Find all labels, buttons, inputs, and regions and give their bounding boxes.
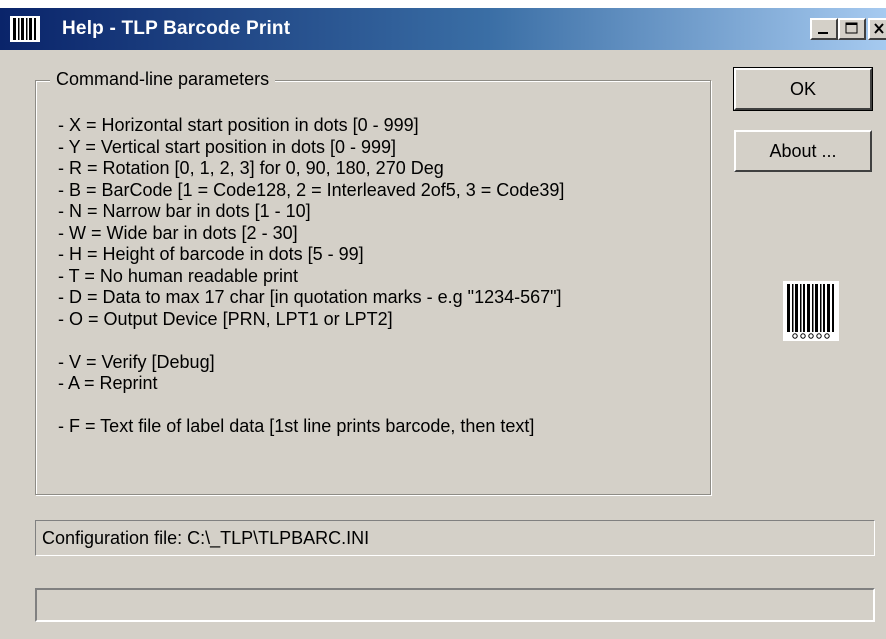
progress-bar	[35, 588, 875, 622]
about-button[interactable]: About ...	[734, 130, 872, 172]
param-item: - T = No human readable print	[58, 265, 298, 286]
param-item: - A = Reprint	[58, 373, 158, 393]
ok-button[interactable]: OK	[733, 67, 873, 111]
parameter-list: - X = Horizontal start position in dots …	[58, 115, 564, 438]
list-spacer	[58, 395, 564, 417]
command-line-group: Command-line parameters - X = Horizontal…	[35, 69, 711, 495]
param-item: - N = Narrow bar in dots [1 - 10]	[58, 201, 311, 221]
title-bar[interactable]: Help - TLP Barcode Print	[0, 8, 886, 50]
param-item: - R = Rotation [0, 1, 2, 3] for 0, 90, 1…	[58, 158, 444, 178]
param-item: - W = Wide bar in dots [2 - 30]	[58, 222, 298, 243]
param-item: - X = Horizontal start position in dots …	[58, 115, 419, 135]
param-item: - F = Text file of label data [1st line …	[58, 416, 535, 436]
close-icon	[874, 23, 884, 34]
close-button[interactable]	[868, 18, 886, 40]
param-item: - O = Output Device [PRN, LPT1 or LPT2]	[58, 308, 393, 329]
window-title: Help - TLP Barcode Print	[62, 18, 291, 39]
minimize-button[interactable]	[810, 18, 838, 40]
minimize-icon	[818, 32, 828, 34]
list-spacer	[58, 330, 564, 352]
help-window: Help - TLP Barcode Print Command-line pa…	[0, 8, 886, 639]
maximize-icon	[845, 22, 858, 34]
param-item: - D = Data to max 17 char [in quotation …	[58, 287, 562, 307]
param-item: - H = Height of barcode in dots [5 - 99]	[58, 244, 364, 264]
param-item: - Y = Vertical start position in dots [0…	[58, 136, 397, 157]
group-legend: Command-line parameters	[50, 69, 276, 90]
param-item: - B = BarCode [1 = Code128, 2 = Interlea…	[58, 179, 565, 200]
barcode-icon	[783, 281, 839, 341]
param-item: - V = Verify [Debug]	[58, 351, 215, 372]
barcode-icon	[10, 16, 40, 42]
config-file-status: Configuration file: C:\_TLP\TLPBARC.INI	[35, 520, 875, 556]
maximize-button[interactable]	[838, 18, 866, 40]
